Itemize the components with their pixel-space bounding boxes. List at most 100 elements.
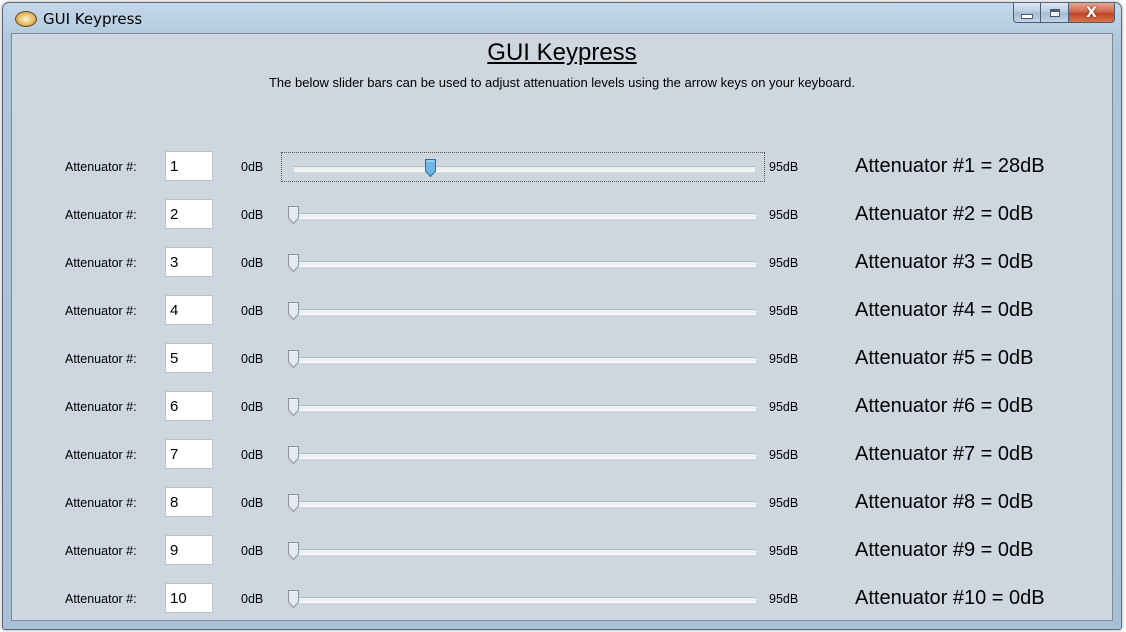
attenuator-readout: Attenuator #9 = 0dB: [855, 539, 1034, 561]
attenuator-label: Attenuator #:: [65, 352, 137, 366]
attenuation-slider[interactable]: [281, 584, 765, 614]
slider-track[interactable]: [293, 453, 756, 459]
slider-min-label: 0dB: [241, 592, 264, 606]
slider-min-label: 0dB: [241, 160, 264, 174]
slider-track[interactable]: [293, 261, 756, 267]
attenuator-row: Attenuator #: 7 0dB 95dB Attenuator #7 = 0dB: [12, 439, 1112, 471]
slider-max-label: 95dB: [769, 496, 799, 510]
slider-max-label: 95dB: [769, 160, 799, 174]
app-window: GUI Keypress X GUI Keypress The below sl…: [2, 2, 1122, 630]
attenuator-number-field[interactable]: 8: [165, 487, 213, 517]
attenuation-slider[interactable]: [281, 248, 765, 278]
attenuator-label: Attenuator #:: [65, 592, 137, 606]
slider-track[interactable]: [293, 405, 756, 411]
attenuator-number-field[interactable]: 6: [165, 391, 213, 421]
slider-thumb[interactable]: [288, 590, 299, 609]
attenuator-row: Attenuator #: 3 0dB 95dB Attenuator #3 = 0dB: [12, 247, 1112, 279]
attenuator-row: Attenuator #: 6 0dB 95dB Attenuator #6 = 0dB: [12, 391, 1112, 423]
attenuator-row: Attenuator #: 1 0dB 95dB Attenuator #1 = 28d…: [12, 151, 1112, 183]
slider-thumb[interactable]: [288, 350, 299, 369]
attenuator-number-field[interactable]: 10: [165, 583, 213, 613]
attenuator-label: Attenuator #:: [65, 208, 137, 222]
attenuator-readout: Attenuator #3 = 0dB: [855, 251, 1034, 273]
slider-max-label: 95dB: [769, 208, 799, 222]
slider-max-label: 95dB: [769, 256, 799, 270]
close-icon: X: [1086, 4, 1097, 21]
attenuator-number-field[interactable]: 2: [165, 199, 213, 229]
slider-min-label: 0dB: [241, 448, 264, 462]
attenuator-label: Attenuator #:: [65, 544, 137, 558]
slider-thumb[interactable]: [288, 254, 299, 273]
slider-thumb[interactable]: [288, 398, 299, 417]
maximize-icon: [1049, 8, 1060, 17]
attenuator-number-field[interactable]: 3: [165, 247, 213, 277]
slider-thumb[interactable]: [288, 206, 299, 225]
attenuator-label: Attenuator #:: [65, 160, 137, 174]
attenuator-label: Attenuator #:: [65, 448, 137, 462]
attenuator-label: Attenuator #:: [65, 400, 137, 414]
attenuator-number-field[interactable]: 4: [165, 295, 213, 325]
slider-track[interactable]: [293, 549, 756, 555]
attenuation-slider[interactable]: [281, 344, 765, 374]
attenuator-row: Attenuator #: 9 0dB 95dB Attenuator #9 = 0dB: [12, 535, 1112, 567]
app-logo-icon: [15, 11, 37, 27]
attenuator-readout: Attenuator #1 = 28dB: [855, 155, 1045, 177]
slider-min-label: 0dB: [241, 400, 264, 414]
attenuator-row: Attenuator #: 8 0dB 95dB Attenuator #8 = 0dB: [12, 487, 1112, 519]
attenuator-readout: Attenuator #6 = 0dB: [855, 395, 1034, 417]
slider-thumb[interactable]: [288, 446, 299, 465]
slider-max-label: 95dB: [769, 448, 799, 462]
slider-min-label: 0dB: [241, 208, 264, 222]
attenuator-number-field[interactable]: 1: [165, 151, 213, 181]
attenuation-slider[interactable]: [281, 536, 765, 566]
attenuator-row: Attenuator #: 5 0dB 95dB Attenuator #5 = 0dB: [12, 343, 1112, 375]
attenuator-readout: Attenuator #4 = 0dB: [855, 299, 1034, 321]
slider-max-label: 95dB: [769, 304, 799, 318]
slider-thumb[interactable]: [425, 159, 437, 178]
slider-thumb[interactable]: [288, 302, 299, 321]
slider-min-label: 0dB: [241, 352, 264, 366]
attenuator-number-field[interactable]: 5: [165, 343, 213, 373]
attenuator-readout: Attenuator #7 = 0dB: [855, 443, 1034, 465]
window-controls: X: [1013, 3, 1115, 25]
attenuation-slider[interactable]: [281, 200, 765, 230]
attenuator-readout: Attenuator #5 = 0dB: [855, 347, 1034, 369]
slider-min-label: 0dB: [241, 304, 264, 318]
slider-track[interactable]: [293, 357, 756, 363]
attenuation-slider[interactable]: [281, 392, 765, 422]
minimize-button[interactable]: [1013, 3, 1041, 23]
attenuator-row: Attenuator #: 4 0dB 95dB Attenuator #4 = 0dB: [12, 295, 1112, 327]
slider-track[interactable]: [293, 213, 756, 219]
attenuator-label: Attenuator #:: [65, 304, 137, 318]
slider-track[interactable]: [293, 501, 756, 507]
slider-track[interactable]: [294, 166, 755, 172]
slider-track[interactable]: [293, 597, 756, 603]
attenuator-readout: Attenuator #2 = 0dB: [855, 203, 1034, 225]
slider-min-label: 0dB: [241, 256, 264, 270]
attenuator-label: Attenuator #:: [65, 256, 137, 270]
slider-track[interactable]: [293, 309, 756, 315]
title-bar[interactable]: GUI Keypress X: [3, 3, 1121, 35]
attenuator-row: Attenuator #: 2 0dB 95dB Attenuator #2 = 0dB: [12, 199, 1112, 231]
attenuator-number-field[interactable]: 7: [165, 439, 213, 469]
attenuation-slider[interactable]: [281, 152, 765, 182]
client-area: GUI Keypress The below slider bars can b…: [11, 33, 1113, 621]
slider-max-label: 95dB: [769, 544, 799, 558]
attenuator-readout: Attenuator #8 = 0dB: [855, 491, 1034, 513]
attenuation-slider[interactable]: [281, 488, 765, 518]
attenuator-readout: Attenuator #10 = 0dB: [855, 587, 1045, 609]
close-button[interactable]: X: [1069, 3, 1115, 23]
slider-thumb[interactable]: [288, 542, 299, 561]
maximize-button[interactable]: [1041, 3, 1069, 23]
attenuation-slider[interactable]: [281, 296, 765, 326]
slider-max-label: 95dB: [769, 352, 799, 366]
attenuator-label: Attenuator #:: [65, 496, 137, 510]
page-title: GUI Keypress: [487, 39, 637, 66]
minimize-icon: [1021, 13, 1033, 19]
attenuator-number-field[interactable]: 9: [165, 535, 213, 565]
slider-min-label: 0dB: [241, 496, 264, 510]
attenuation-slider[interactable]: [281, 440, 765, 470]
slider-min-label: 0dB: [241, 544, 264, 558]
attenuator-row: Attenuator #: 10 0dB 95dB Attenuator #10 = 0…: [12, 583, 1112, 615]
slider-thumb[interactable]: [288, 494, 299, 513]
